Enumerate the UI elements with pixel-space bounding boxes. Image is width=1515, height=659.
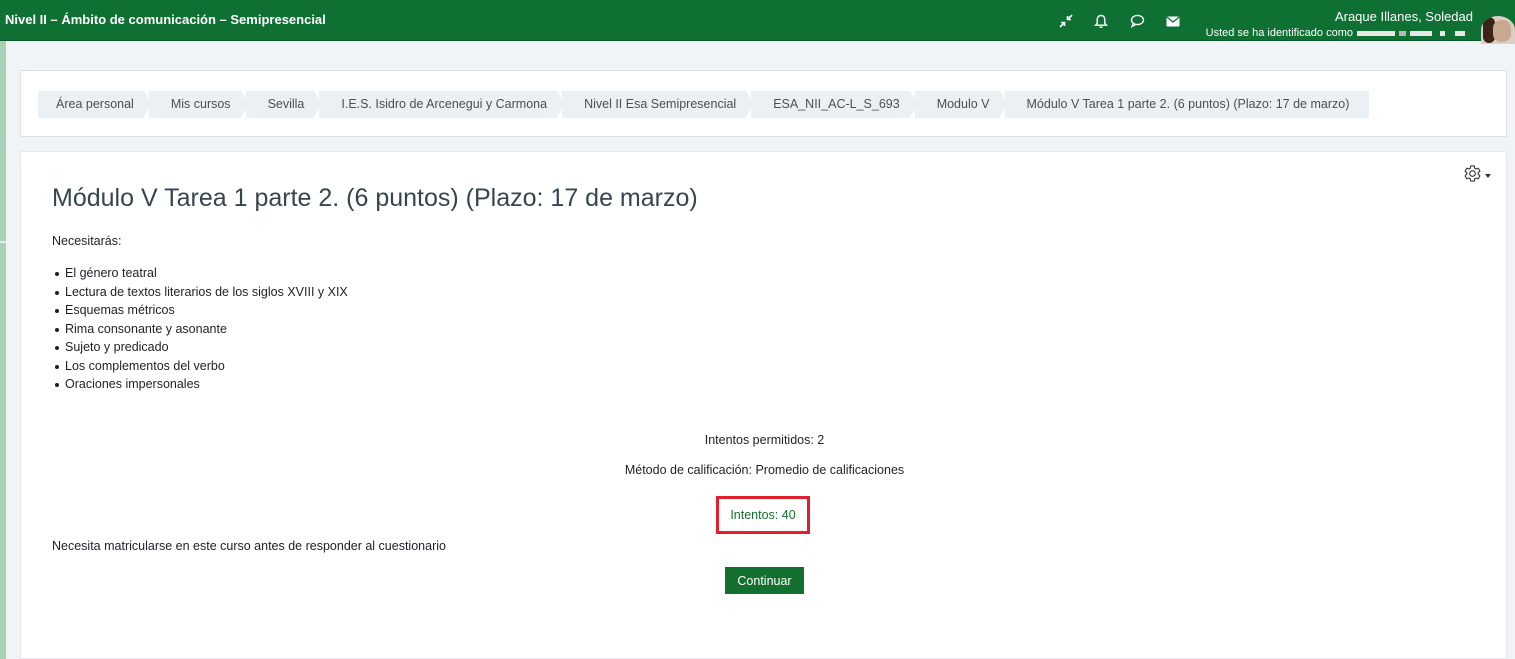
course-title[interactable]: Nivel II – Ámbito de comunicación – Semi… xyxy=(5,12,326,27)
list-item: Lectura de textos literarios de los sigl… xyxy=(55,283,348,302)
list-item: El género teatral xyxy=(55,264,348,283)
grading-method: Método de calificación: Promedio de cali… xyxy=(624,463,905,477)
list-item: Sujeto y predicado xyxy=(55,338,348,357)
user-name[interactable]: Araque Illanes, Soledad xyxy=(1335,9,1473,24)
enrol-message: Necesita matricularse en este curso ante… xyxy=(52,539,446,553)
collapse-icon[interactable] xyxy=(1057,12,1075,30)
breadcrumb: Área personal Mis cursos Sevilla I.E.S. … xyxy=(38,91,1374,118)
chat-icon[interactable] xyxy=(1128,12,1146,30)
list-item: Los complementos del verbo xyxy=(55,357,348,376)
breadcrumb-mis-cursos[interactable]: Mis cursos xyxy=(148,91,249,118)
attempts-allowed: Intentos permitidos: 2 xyxy=(704,433,825,447)
drawer-stripe-tick xyxy=(0,241,6,243)
breadcrumb-area-personal[interactable]: Área personal xyxy=(38,91,152,118)
attempts-text: Intentos: 40 xyxy=(730,508,796,522)
login-text: Usted se ha identificado como xyxy=(1205,27,1353,39)
breadcrumb-card: Área personal Mis cursos Sevilla I.E.S. … xyxy=(20,70,1507,137)
envelope-icon[interactable] xyxy=(1164,12,1182,30)
page-title: Módulo V Tarea 1 parte 2. (6 puntos) (Pl… xyxy=(52,184,698,212)
main-content: Módulo V Tarea 1 parte 2. (6 puntos) (Pl… xyxy=(20,151,1507,659)
user-avatar[interactable] xyxy=(1481,16,1515,44)
gear-icon xyxy=(1464,165,1481,182)
breadcrumb-sevilla[interactable]: Sevilla xyxy=(245,91,323,118)
list-item: Rima consonante y asonante xyxy=(55,320,348,339)
continue-button[interactable]: Continuar xyxy=(725,567,804,594)
breadcrumb-current: Módulo V Tarea 1 parte 2. (6 puntos) (Pl… xyxy=(1004,91,1370,118)
redacted-username xyxy=(1357,30,1395,36)
breadcrumb-modulo[interactable]: Modulo V xyxy=(914,91,1008,118)
topics-list: El género teatral Lectura de textos lite… xyxy=(55,264,348,394)
chevron-down-icon xyxy=(1485,173,1491,178)
drawer-toggle-stripe[interactable] xyxy=(0,41,6,659)
redacted-username xyxy=(1399,30,1406,36)
top-navbar: Nivel II – Ámbito de comunicación – Semi… xyxy=(0,0,1515,44)
login-info: Usted se ha identificado como xyxy=(1206,27,1465,39)
breadcrumb-course-code[interactable]: ESA_NII_AC-L_S_693 xyxy=(751,91,919,118)
list-item: Oraciones impersonales xyxy=(55,375,348,394)
breadcrumb-nivel[interactable]: Nivel II Esa Semipresencial xyxy=(562,91,755,118)
bell-icon[interactable] xyxy=(1092,12,1110,30)
settings-menu[interactable] xyxy=(1463,164,1491,183)
breadcrumb-school[interactable]: I.E.S. Isidro de Arcenegui y Carmona xyxy=(319,91,565,118)
redacted-username xyxy=(1440,30,1445,36)
redacted-username xyxy=(1410,30,1432,36)
list-item: Esquemas métricos xyxy=(55,301,348,320)
intro-text: Necesitarás: xyxy=(52,234,122,248)
attempts-count: Intentos: 40 xyxy=(716,496,810,534)
redacted-username xyxy=(1455,30,1465,36)
